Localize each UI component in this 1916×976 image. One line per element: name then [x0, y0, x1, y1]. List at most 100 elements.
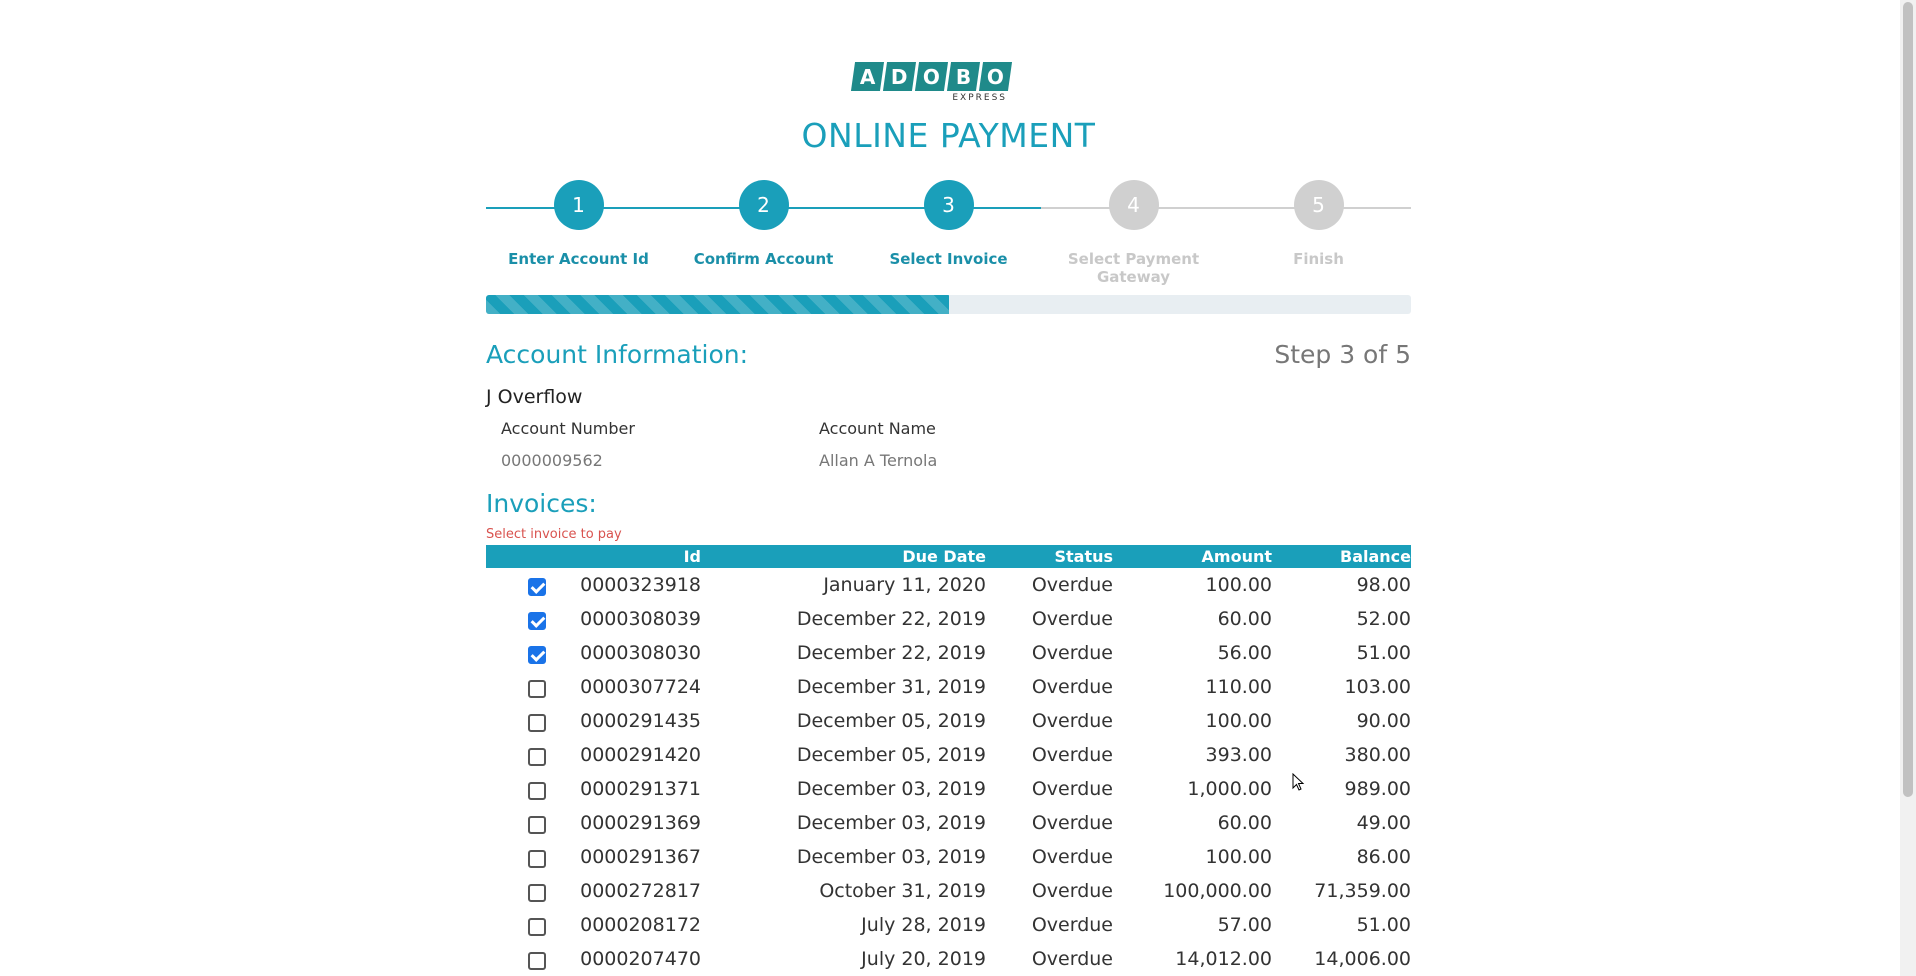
step-circle: 1 [553, 180, 604, 230]
invoice-checkbox[interactable] [528, 951, 546, 970]
step-label: Confirm Account [693, 250, 834, 268]
select-cell [486, 704, 546, 738]
invoice-balance: 51.00 [1356, 642, 1411, 664]
table-row[interactable]: 0000208172 July 28, 2019 Overdue 57.00 51.00 [486, 908, 1411, 942]
table-row[interactable]: 0000291435 December 05, 2019 Overdue 100.00… [486, 704, 1411, 738]
invoice-status: Overdue [1031, 948, 1113, 970]
table-row[interactable]: 0000207470 July 20, 2019 Overdue 14,012.00 1… [486, 942, 1411, 976]
step-3: 3 Select Invoice [856, 180, 1041, 268]
invoice-balance: 98.00 [1356, 574, 1411, 596]
step-label: Select Invoice [889, 250, 1008, 268]
invoice-id: 0000307724 [580, 676, 701, 698]
table-row[interactable]: 0000272817 October 31, 2019 Overdue 100,000… [486, 874, 1411, 908]
header-due-date: Due Date [701, 545, 986, 568]
logo-letter: O [922, 64, 940, 89]
invoice-balance: 52.00 [1356, 608, 1411, 630]
table-header-row: Id Due Date Status Amount Balance [486, 545, 1411, 568]
logo-letter: B [955, 64, 972, 89]
invoice-amount: 393.00 [1205, 744, 1272, 766]
invoice-amount: 100,000.00 [1163, 880, 1272, 902]
table-row[interactable]: 0000308039 December 22, 2019 Overdue 60.00 5… [486, 602, 1411, 636]
step-counter: Step 3 of 5 [1274, 340, 1411, 369]
table-row[interactable]: 0000308030 December 22, 2019 Overdue 56.00 5… [486, 636, 1411, 670]
invoice-amount: 60.00 [1217, 608, 1272, 630]
select-cell [486, 772, 546, 806]
logo-letter-tile: D [882, 62, 917, 91]
invoice-id: 0000291435 [580, 710, 701, 732]
table-row[interactable]: 0000291420 December 05, 2019 Overdue 393.00… [486, 738, 1411, 772]
invoice-status: Overdue [1031, 642, 1113, 664]
invoice-checkbox[interactable] [528, 713, 546, 732]
table-row[interactable]: 0000291367 December 03, 2019 Overdue 100.00… [486, 840, 1411, 874]
progress-stepper: 1 Enter Account Id 2 Confirm Account 3 Select… [486, 180, 1411, 286]
header-status: Status [986, 545, 1113, 568]
invoice-balance: 71,359.00 [1314, 880, 1411, 902]
invoice-due-date: July 20, 2019 [861, 948, 986, 970]
invoice-checkbox[interactable] [528, 611, 546, 630]
table-row[interactable]: 0000291369 December 03, 2019 Overdue 60.00 4… [486, 806, 1411, 840]
mouse-cursor-icon [1292, 773, 1305, 791]
invoice-due-date: December 31, 2019 [796, 676, 986, 698]
select-cell [486, 636, 546, 670]
invoice-amount: 1,000.00 [1187, 778, 1272, 800]
account-info-heading: Account Information: [486, 340, 749, 369]
invoice-checkbox[interactable] [528, 679, 546, 698]
invoice-status: Overdue [1031, 676, 1113, 698]
select-invoice-hint: Select invoice to pay [486, 527, 622, 542]
vertical-scrollbar[interactable] [1900, 0, 1916, 976]
step-2: 2 Confirm Account [671, 180, 856, 268]
step-label: Select Payment Gateway [1067, 250, 1200, 286]
invoice-balance: 51.00 [1356, 914, 1411, 936]
invoice-checkbox[interactable] [528, 815, 546, 834]
step-4: 4 Select Payment Gateway [1041, 180, 1226, 286]
invoice-checkbox[interactable] [528, 849, 546, 868]
invoice-balance: 90.00 [1356, 710, 1411, 732]
invoice-id: 0000291420 [580, 744, 701, 766]
invoice-id: 0000291369 [580, 812, 701, 834]
logo-letter-tile: O [978, 62, 1013, 91]
invoice-checkbox[interactable] [528, 747, 546, 766]
invoice-status: Overdue [1031, 778, 1113, 800]
invoice-id: 0000272817 [580, 880, 701, 902]
invoice-status: Overdue [1031, 574, 1113, 596]
account-number-label: Account Number [501, 419, 635, 438]
table-row[interactable]: 0000307724 December 31, 2019 Overdue 110.00… [486, 670, 1411, 704]
invoice-due-date: January 11, 2020 [823, 574, 986, 596]
invoice-checkbox[interactable] [528, 577, 546, 596]
progress-bar [486, 295, 1411, 314]
invoice-checkbox[interactable] [528, 781, 546, 800]
invoice-balance: 86.00 [1356, 846, 1411, 868]
table-row[interactable]: 0000323918 January 11, 2020 Overdue 100.00 9… [486, 568, 1411, 602]
invoice-due-date: December 05, 2019 [796, 744, 986, 766]
step-label: Finish [1293, 250, 1344, 268]
invoice-id: 0000208172 [580, 914, 701, 936]
page-title: ONLINE PAYMENT [801, 116, 1096, 155]
invoice-id: 0000323918 [580, 574, 701, 596]
logo-letter: D [891, 64, 908, 89]
invoice-id: 0000291367 [580, 846, 701, 868]
invoice-balance: 49.00 [1356, 812, 1411, 834]
table-row[interactable]: 0000291371 December 03, 2019 Overdue 1,000.… [486, 772, 1411, 806]
invoice-amount: 100.00 [1205, 710, 1272, 732]
header-id: Id [546, 545, 701, 568]
invoice-amount: 60.00 [1217, 812, 1272, 834]
invoice-checkbox[interactable] [528, 917, 546, 936]
invoice-amount: 110.00 [1205, 676, 1272, 698]
invoice-status: Overdue [1031, 846, 1113, 868]
scrollbar-thumb[interactable] [1903, 2, 1913, 797]
invoice-status: Overdue [1031, 744, 1113, 766]
invoice-due-date: December 22, 2019 [796, 608, 986, 630]
invoice-id: 0000291371 [580, 778, 701, 800]
account-name-value: Allan A Ternola [819, 451, 938, 470]
invoice-due-date: October 31, 2019 [819, 880, 986, 902]
invoice-checkbox[interactable] [528, 645, 546, 664]
invoice-due-date: December 03, 2019 [796, 846, 986, 868]
invoice-checkbox[interactable] [528, 883, 546, 902]
logo-letter-tile: O [914, 62, 949, 91]
select-cell [486, 942, 546, 976]
logo-letter: A [859, 64, 876, 89]
invoice-status: Overdue [1031, 710, 1113, 732]
invoice-status: Overdue [1031, 914, 1113, 936]
invoice-amount: 57.00 [1217, 914, 1272, 936]
select-cell [486, 738, 546, 772]
